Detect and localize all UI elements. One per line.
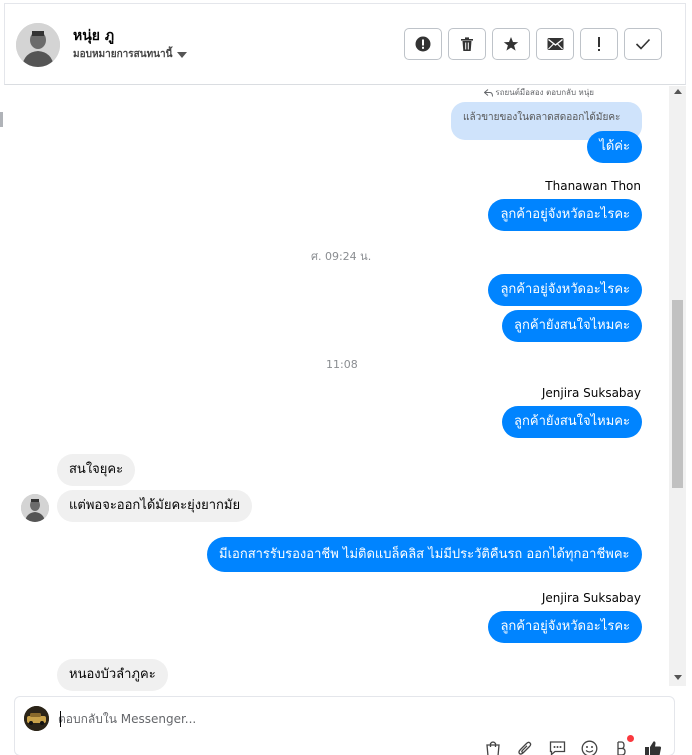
message-bubble[interactable]: ลูกค้าอยู่จังหวัดอะไรคะ bbox=[488, 611, 642, 643]
message-thread: รถยนต์มือสอง ตอบกลับ หนุ่ย แล้วขายของในต… bbox=[4, 86, 669, 691]
page-avatar bbox=[24, 706, 49, 731]
bag-icon[interactable] bbox=[483, 739, 503, 755]
thread-scrollbar[interactable] bbox=[669, 86, 686, 686]
sender-name: Jenjira Suksabay bbox=[541, 386, 641, 400]
sender-name: Thanawan Thon bbox=[545, 179, 641, 193]
scroll-down-arrow-icon[interactable] bbox=[674, 675, 682, 680]
bot-icon[interactable] bbox=[611, 735, 634, 755]
message-bubble[interactable]: ลูกค้าอยู่จังหวัดอะไรคะ bbox=[488, 199, 642, 231]
done-button[interactable] bbox=[624, 28, 662, 60]
envelope-icon bbox=[547, 38, 563, 50]
checkmark-icon bbox=[635, 38, 651, 50]
scroll-thumb[interactable] bbox=[672, 300, 683, 488]
saved-reply-icon[interactable] bbox=[547, 739, 567, 755]
star-icon bbox=[503, 37, 519, 51]
trash-icon bbox=[461, 37, 473, 51]
follow-up-button[interactable] bbox=[580, 28, 618, 60]
caret-down-icon bbox=[177, 51, 188, 58]
spam-button[interactable] bbox=[404, 28, 442, 60]
assign-label: มอบหมายการสนทนานี้ bbox=[73, 49, 173, 60]
message-bubble[interactable]: ลูกค้ายังสนใจไหมคะ bbox=[502, 406, 642, 438]
message-bubble[interactable]: ได้ค่ะ bbox=[587, 131, 642, 163]
scroll-up-arrow-icon[interactable] bbox=[674, 89, 682, 94]
message-bubble[interactable]: มีเอกสารรับรองอาชีพ ไม่ติดแบล็คลิส ไม่มี… bbox=[207, 537, 642, 572]
assign-dropdown[interactable]: มอบหมายการสนทนานี้ bbox=[73, 47, 188, 62]
reply-icon bbox=[484, 88, 494, 97]
message-bubble[interactable]: สนใจยุคะ bbox=[57, 454, 136, 486]
conversation-actions bbox=[404, 28, 662, 60]
alert-circle-icon bbox=[415, 36, 431, 52]
composer-tools bbox=[483, 735, 663, 755]
timestamp: ศ. 09:24 น. bbox=[311, 250, 372, 263]
notification-dot bbox=[627, 735, 634, 742]
timestamp: 11:08 bbox=[326, 358, 358, 371]
message-composer bbox=[14, 696, 675, 755]
panel-edge-marker bbox=[0, 112, 3, 127]
contact-avatar[interactable] bbox=[16, 23, 60, 67]
emoji-icon[interactable] bbox=[579, 739, 599, 755]
exclamation-icon bbox=[598, 37, 600, 51]
sender-name: Jenjira Suksabay bbox=[541, 591, 641, 605]
unread-button[interactable] bbox=[536, 28, 574, 60]
reply-note: รถยนต์มือสอง ตอบกลับ หนุ่ย bbox=[484, 86, 594, 99]
contact-avatar-small bbox=[21, 494, 49, 522]
conversation-header: หนุ่ย ภู มอบหมายการสนทนานี้ bbox=[4, 3, 686, 85]
message-bubble[interactable]: แต่พอจะออกได้มัยคะยุ่งยากมัย bbox=[57, 490, 253, 522]
contact-name[interactable]: หนุ่ย ภู bbox=[73, 25, 114, 47]
thumbs-up-icon[interactable] bbox=[643, 739, 663, 755]
text-cursor bbox=[60, 711, 61, 727]
message-bubble[interactable]: หนองบัวลำภูคะ bbox=[57, 659, 168, 691]
reply-input[interactable] bbox=[58, 709, 618, 729]
message-bubble[interactable]: ลูกค้าอยู่จังหวัดอะไรคะ bbox=[488, 274, 642, 306]
delete-button[interactable] bbox=[448, 28, 486, 60]
message-bubble[interactable]: ลูกค้ายังสนใจไหมคะ bbox=[502, 310, 642, 342]
paperclip-icon[interactable] bbox=[515, 739, 535, 755]
star-button[interactable] bbox=[492, 28, 530, 60]
